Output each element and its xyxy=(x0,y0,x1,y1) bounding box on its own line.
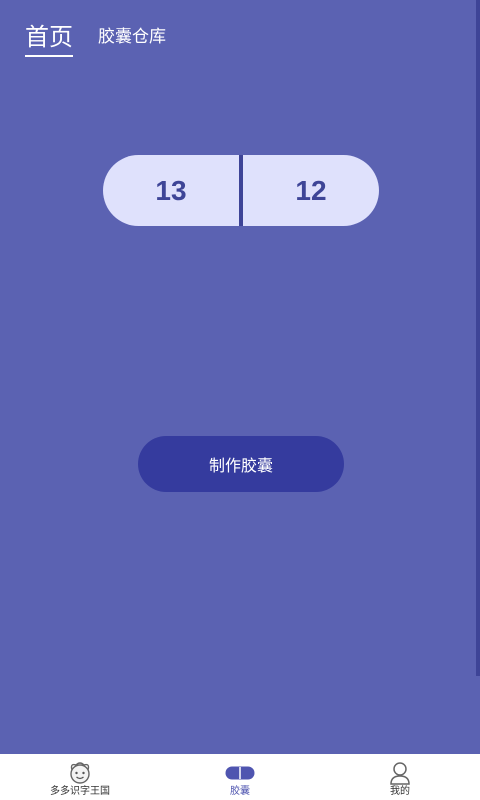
nav-label-mine: 我的 xyxy=(390,786,410,797)
nav-item-capsule[interactable]: 胶囊 xyxy=(210,754,270,800)
counter-left-value: 13 xyxy=(103,155,239,226)
make-capsule-button[interactable]: 制作胶囊 xyxy=(138,436,344,492)
nav-item-mine[interactable]: 我的 xyxy=(370,754,430,800)
capsule-icon xyxy=(225,760,255,786)
nav-label-kingdom: 多多识字王国 xyxy=(50,786,110,797)
bottom-nav: 多多识字王国 胶囊 我的 xyxy=(0,754,480,800)
counter-right-value: 12 xyxy=(243,155,379,226)
tab-capsule-warehouse[interactable]: 胶囊仓库 xyxy=(98,20,166,56)
screen: 首页 胶囊仓库 13 12 制作胶囊 多多识字王国 胶囊 我的 xyxy=(0,0,480,800)
face-icon xyxy=(66,760,94,786)
scroll-edge xyxy=(476,0,480,676)
nav-label-capsule: 胶囊 xyxy=(230,786,250,797)
capsule-counter: 13 12 xyxy=(103,155,379,226)
user-icon xyxy=(389,760,411,786)
nav-item-kingdom[interactable]: 多多识字王国 xyxy=(40,754,120,800)
tab-home[interactable]: 首页 xyxy=(25,20,73,57)
top-tabs: 首页 胶囊仓库 xyxy=(25,20,166,57)
